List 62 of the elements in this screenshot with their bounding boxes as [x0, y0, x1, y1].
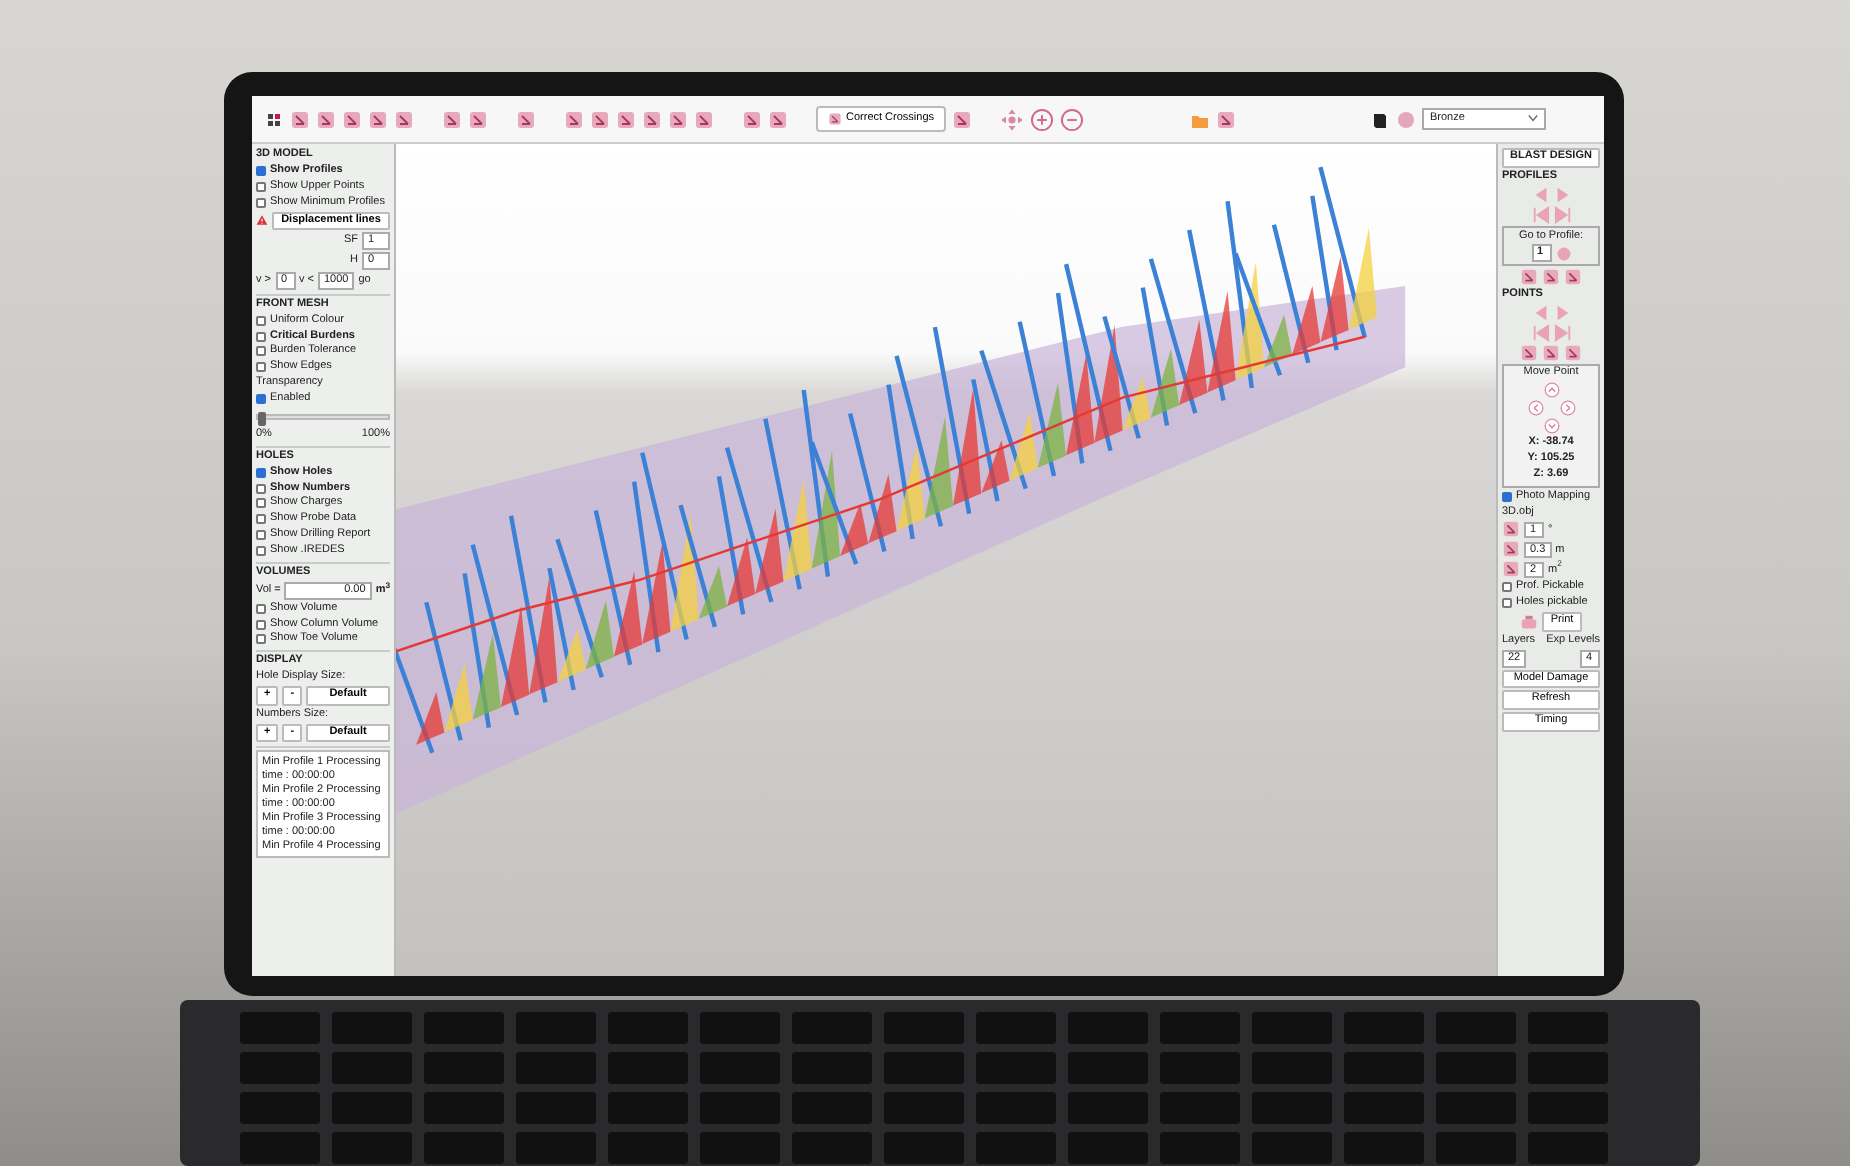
tool-icon[interactable] [342, 109, 362, 129]
arrow-right-icon[interactable] [1559, 400, 1575, 417]
tool-icon[interactable] [442, 109, 462, 129]
tool-icon[interactable] [516, 109, 536, 129]
tool-icon[interactable] [1502, 540, 1520, 559]
tool-icon[interactable] [1215, 109, 1236, 129]
tool-icon[interactable] [1502, 520, 1520, 539]
tool-icon[interactable] [768, 109, 788, 129]
tool-icon[interactable] [694, 109, 714, 129]
checkbox[interactable] [256, 315, 266, 326]
checkbox[interactable] [256, 165, 266, 176]
tool-icon[interactable] [564, 109, 584, 129]
warning-icon[interactable] [256, 214, 268, 227]
arrow-up-icon[interactable] [1543, 382, 1559, 399]
tool-icon[interactable] [1564, 344, 1582, 363]
checkbox[interactable] [256, 362, 266, 373]
tool-icon[interactable] [742, 109, 762, 129]
tool-icon[interactable] [642, 109, 662, 129]
checkbox[interactable] [1502, 598, 1512, 609]
tool-icon[interactable] [668, 109, 688, 129]
tool-icon[interactable] [290, 109, 310, 129]
tool-icon[interactable] [1520, 344, 1538, 363]
tool-icon[interactable] [828, 112, 842, 126]
checkbox[interactable] [256, 346, 266, 357]
tool-icon[interactable] [1564, 268, 1582, 287]
caret-icon [1528, 113, 1538, 122]
tool-icon[interactable] [590, 109, 610, 129]
checkbox[interactable] [256, 619, 266, 629]
checkbox[interactable] [1502, 582, 1512, 593]
slider-thumb[interactable] [258, 411, 266, 426]
checkbox[interactable] [256, 498, 266, 509]
zoom-out-icon[interactable] [1060, 107, 1085, 131]
checkbox[interactable] [256, 603, 266, 614]
checkbox[interactable] [256, 546, 266, 556]
checkbox[interactable] [256, 197, 266, 208]
checkbox[interactable] [256, 467, 266, 478]
printer-icon[interactable] [1520, 613, 1539, 632]
tool-icon[interactable] [1502, 560, 1520, 579]
tool-icon[interactable] [1542, 344, 1560, 363]
tool-icon[interactable] [616, 109, 636, 129]
tool-icon[interactable] [394, 109, 414, 129]
checkbox[interactable] [256, 181, 266, 192]
arrow-left-icon[interactable] [1527, 400, 1543, 417]
checkbox[interactable] [1502, 491, 1512, 502]
arrow-down-icon[interactable] [1543, 418, 1559, 435]
checkbox[interactable] [256, 634, 266, 645]
grid-icon[interactable] [264, 109, 284, 129]
tool-icon[interactable] [1542, 268, 1560, 287]
checkbox[interactable] [256, 514, 266, 525]
tool-icon[interactable] [368, 109, 388, 129]
checkbox[interactable] [256, 530, 266, 541]
zoom-in-icon[interactable] [1030, 107, 1055, 131]
cube-icon[interactable] [1370, 109, 1390, 129]
slider-track[interactable] [256, 413, 390, 420]
tool-icon[interactable] [1520, 268, 1538, 287]
checkbox[interactable] [256, 483, 266, 493]
tool-icon[interactable] [316, 109, 336, 129]
tool-icon[interactable] [468, 109, 488, 129]
move-arrows-icon[interactable] [1000, 107, 1025, 131]
checkbox[interactable] [256, 394, 266, 404]
checkbox[interactable] [256, 331, 266, 341]
tool-icon[interactable] [952, 109, 973, 129]
